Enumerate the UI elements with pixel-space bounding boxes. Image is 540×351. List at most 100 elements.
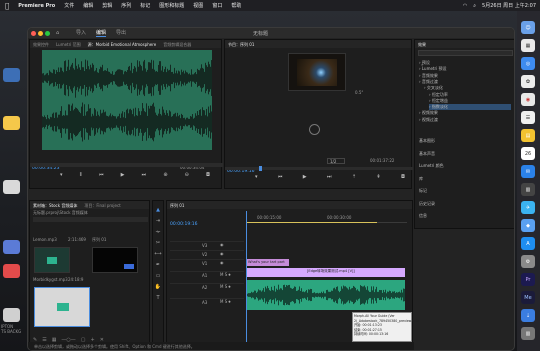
mail-icon[interactable]: ✉ [521, 165, 535, 178]
vpn-icon[interactable] [3, 308, 20, 322]
tab-sequence[interactable]: 序列 01 [170, 203, 184, 208]
effects-item[interactable]: › 视频效果 [419, 110, 511, 116]
effects-item[interactable]: › 恒定增益 [429, 98, 511, 104]
pen-tool-icon[interactable]: ✒ [156, 262, 160, 268]
slip-tool-icon[interactable]: ⟷ [154, 251, 161, 257]
menu-help[interactable]: 帮助 [231, 2, 241, 9]
terminal-icon[interactable]: ▥ [521, 183, 535, 196]
panel-link[interactable]: 标记 [419, 188, 427, 194]
tab-lumetri-scopes[interactable]: Lumetri 范围 [56, 42, 81, 47]
messages-icon[interactable]: ✈ [521, 201, 535, 214]
panel-link[interactable]: 基本图形 [419, 138, 435, 144]
track-eye-icon[interactable]: ◉ [220, 251, 224, 256]
step-back-icon[interactable]: ⏮ [99, 172, 104, 178]
program-video-frame[interactable] [288, 53, 346, 91]
tab-project[interactable]: 项目：Final project [84, 203, 120, 208]
menu-markers[interactable]: 标记 [140, 2, 150, 9]
photos-icon[interactable]: ✿ [521, 75, 535, 88]
workspace-export[interactable]: 导出 [116, 29, 126, 37]
menu-edit[interactable]: 编辑 [83, 2, 93, 9]
clip-v2[interactable]: What's your tart part [247, 259, 289, 266]
folder-icon[interactable] [3, 240, 20, 254]
workspace-edit[interactable]: 编辑 [96, 29, 107, 37]
play-icon[interactable]: ▶ [121, 172, 125, 178]
overwrite-icon[interactable]: ⊖ [185, 172, 189, 178]
close-button[interactable] [31, 30, 36, 36]
menu-window[interactable]: 窗口 [212, 2, 222, 9]
app-dock-icon[interactable]: ◆ [521, 219, 535, 232]
camera-icon[interactable]: ◘ [206, 172, 210, 178]
video-thumbnail[interactable] [92, 247, 138, 273]
playhead-marker[interactable] [259, 166, 262, 171]
effects-item[interactable]: › 音频过渡 [419, 79, 511, 85]
panel-link[interactable]: 信息 [419, 213, 427, 219]
prog-mark-in-icon[interactable]: ▾ [255, 174, 258, 180]
settings-icon[interactable]: ⚙ [521, 255, 535, 268]
finder-window-icon[interactable] [3, 68, 20, 82]
search-icon[interactable]: ⌕ [473, 3, 476, 9]
menu-sequence[interactable]: 序列 [121, 2, 131, 9]
zoom-button[interactable] [45, 30, 50, 36]
menu-view[interactable]: 视图 [193, 2, 203, 9]
home-icon[interactable]: ⌂ [56, 30, 59, 36]
razor-tool-icon[interactable]: ✂ [156, 240, 160, 246]
panel-link[interactable]: 历史记录 [419, 201, 435, 207]
ripple-edit-icon[interactable]: ⟛ [156, 229, 161, 235]
safari-icon[interactable]: ◎ [521, 57, 535, 70]
tab-program[interactable]: 节目：序列 01 [228, 42, 254, 47]
track-header[interactable]: A2 M S ⏺ [170, 283, 244, 295]
app-name[interactable]: Premiere Pro [18, 3, 55, 9]
panel-link[interactable]: 基本声音 [419, 151, 435, 157]
tab-source[interactable]: 源：Morbid Emotional Atmosphere [88, 42, 157, 47]
effects-item[interactable]: › 恒定功率 [429, 92, 511, 98]
tab-bin[interactable]: 素材箱：Stock 音频媒体 [33, 203, 77, 208]
appstore-icon[interactable]: A [521, 237, 535, 250]
extract-icon[interactable]: ⇞ [376, 174, 380, 180]
track-eye-icon[interactable]: ◉ [220, 260, 224, 265]
audio-thumbnail[interactable] [34, 247, 70, 273]
source-scrubber[interactable] [30, 163, 223, 167]
clip-v1[interactable]: [Edge转场效果测试.mp4 [V]] [247, 268, 405, 277]
panel-link[interactable]: 库 [419, 176, 423, 182]
tab-effects[interactable]: 效果 [418, 42, 426, 47]
effects-search-input[interactable]: ⌕ [418, 50, 513, 67]
tab-audio-mixer[interactable]: 音频剪辑混合器 [163, 42, 191, 47]
track-header[interactable]: V2 ◉ [170, 250, 244, 258]
finder-icon[interactable]: ☺ [521, 21, 535, 34]
apple-icon[interactable]:  [5, 2, 9, 10]
menu-clip[interactable]: 剪辑 [102, 2, 112, 9]
project-item-name-1[interactable]: Lemon.mp3 [33, 237, 57, 242]
track-eye-icon[interactable]: ◉ [220, 242, 224, 247]
timeline-ruler[interactable]: 00:00:15:00 00:00:30:00 [247, 213, 407, 223]
prog-play-icon[interactable]: ▶ [303, 174, 307, 180]
track-header[interactable]: V1 ◉ [170, 259, 244, 267]
audio-waveform[interactable] [42, 50, 212, 150]
track-mute-solo-icon[interactable]: M S ⏺ [220, 299, 231, 304]
insert-icon[interactable]: ⊕ [163, 172, 167, 178]
minimize-button[interactable] [38, 30, 43, 36]
track-select-icon[interactable]: ⇥ [156, 218, 160, 224]
menu-file[interactable]: 文件 [64, 2, 74, 9]
track-mute-solo-icon[interactable]: M S ⏺ [220, 272, 231, 277]
media-encoder-icon[interactable]: Me [521, 291, 535, 304]
mark-out-icon[interactable]: ⦀ [80, 172, 82, 178]
launchpad-icon[interactable]: ▦ [521, 39, 535, 52]
step-forward-icon[interactable]: ⏭ [142, 172, 147, 178]
effects-item[interactable]: › Lumetri 预设 [419, 66, 511, 72]
type-tool-icon[interactable]: T [156, 295, 159, 301]
work-area-bar[interactable] [247, 222, 377, 223]
effects-item[interactable]: › 交叉淡化 [424, 85, 511, 91]
notes-dock-icon[interactable]: ▤ [521, 129, 535, 142]
trash-icon[interactable]: ▥ [521, 327, 535, 340]
project-search-input[interactable] [33, 217, 148, 222]
fit-select[interactable]: 1/2 [327, 158, 345, 164]
track-header[interactable]: V3 ◉ [170, 241, 244, 249]
effects-item[interactable]: › 指数淡化 [429, 104, 511, 111]
prog-step-forward-icon[interactable]: ⏭ [327, 174, 332, 180]
rect-tool-icon[interactable]: ▭ [156, 273, 161, 279]
premiere-icon[interactable]: Pr [521, 273, 535, 286]
chrome-icon[interactable] [3, 180, 20, 194]
hand-tool-icon[interactable]: ✋ [155, 284, 161, 290]
wifi-icon[interactable]: ◠ [463, 3, 467, 9]
downloads-icon[interactable]: ⇣ [521, 309, 535, 322]
